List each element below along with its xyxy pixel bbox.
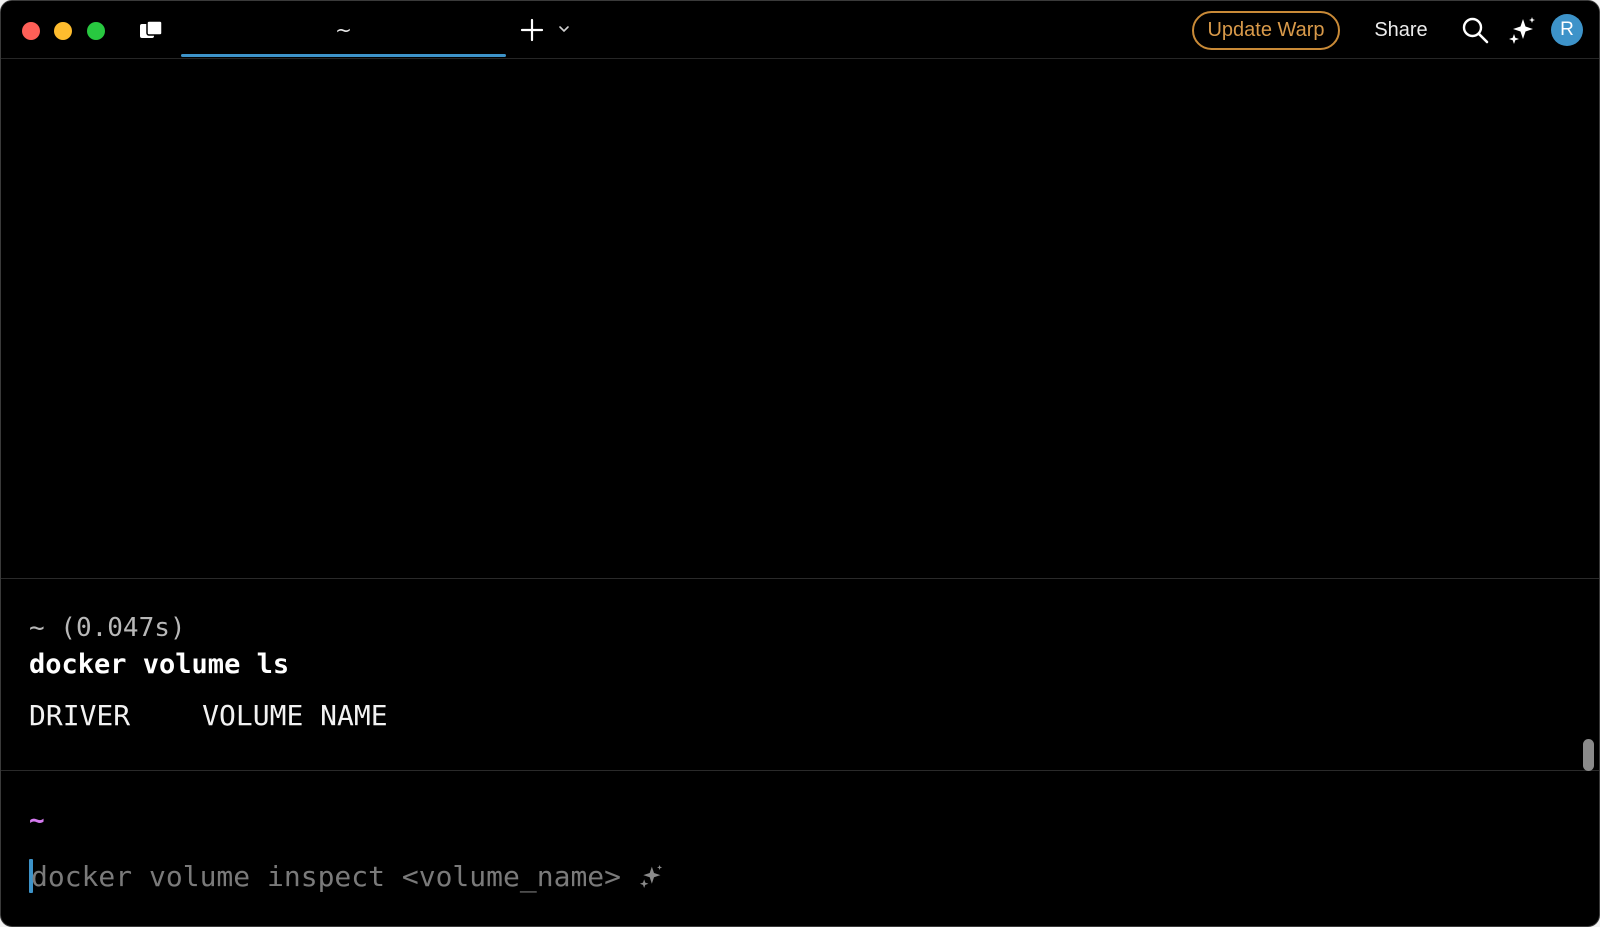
- active-tab-indicator: [181, 54, 506, 57]
- block-divider: [1, 578, 1599, 579]
- block-output[interactable]: DRIVER VOLUME NAME: [29, 699, 388, 732]
- plus-icon[interactable]: [520, 18, 544, 42]
- panel-icon[interactable]: [139, 20, 163, 40]
- chevron-down-icon[interactable]: [558, 23, 570, 35]
- input-divider: [1, 770, 1599, 771]
- scrollbar-thumb[interactable]: [1583, 739, 1594, 771]
- update-warp-button[interactable]: Update Warp: [1192, 11, 1340, 50]
- minimize-window-button[interactable]: [54, 22, 72, 40]
- ai-sparkle-icon[interactable]: [1508, 16, 1536, 44]
- ai-sparkle-icon[interactable]: [639, 864, 663, 888]
- ghost-suggestion: docker volume inspect <volume_name>: [31, 859, 622, 893]
- prompt-directory: ~: [29, 806, 45, 836]
- close-window-button[interactable]: [22, 22, 40, 40]
- block-header: ~ (0.047s): [29, 613, 186, 643]
- title-bar: ~ Update Warp Share R: [1, 1, 1599, 59]
- tab-home[interactable]: ~: [181, 1, 506, 59]
- output-column-driver: DRIVER: [29, 699, 131, 732]
- warp-terminal-window: ~ Update Warp Share R ~ (0.047s) docker …: [0, 0, 1600, 927]
- tab-label: ~: [335, 18, 352, 42]
- output-column-volume-name: VOLUME NAME: [202, 699, 388, 732]
- share-button[interactable]: Share: [1366, 11, 1436, 50]
- block-command[interactable]: docker volume ls: [29, 649, 289, 680]
- command-input[interactable]: docker volume inspect <volume_name>: [29, 858, 663, 894]
- avatar[interactable]: R: [1551, 14, 1583, 46]
- maximize-window-button[interactable]: [87, 22, 105, 40]
- search-icon[interactable]: [1461, 16, 1489, 44]
